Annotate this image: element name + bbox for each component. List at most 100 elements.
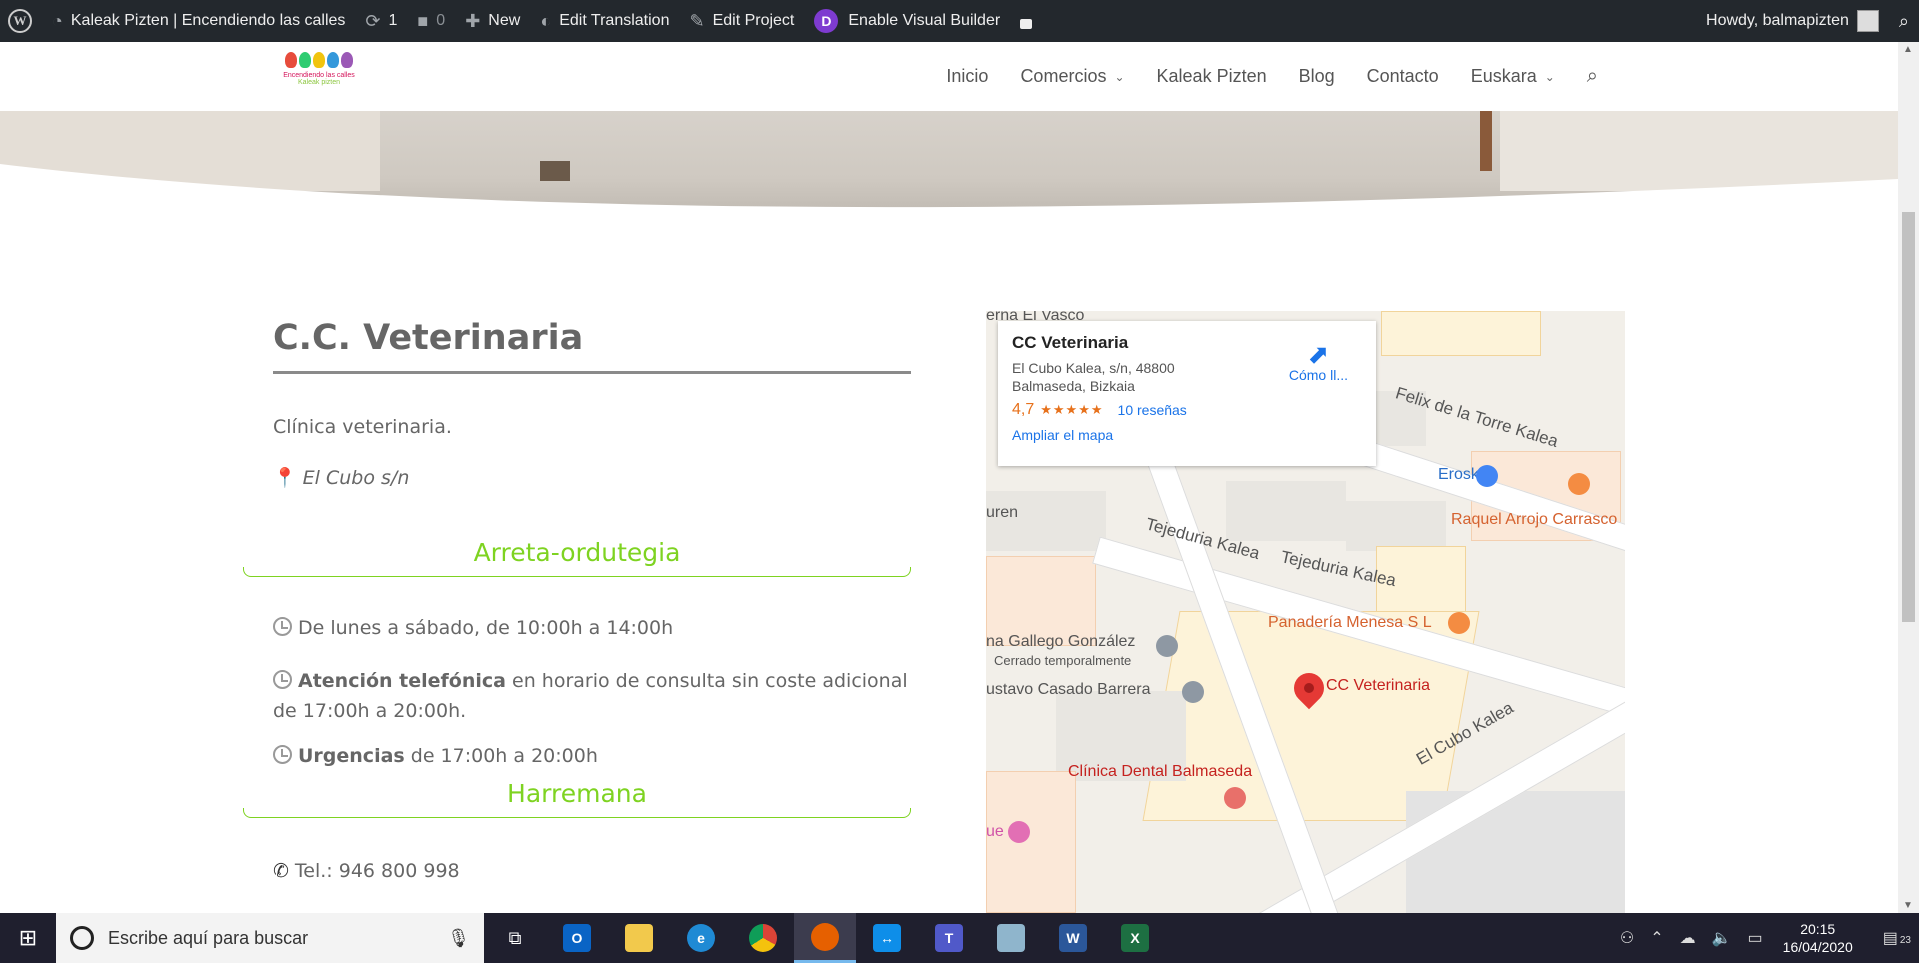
people-icon[interactable]: ⚇ (1620, 928, 1634, 948)
wp-admin-bar: W ◔ Kaleak Pizten | Encendiendo las call… (0, 0, 1919, 42)
new-content-link[interactable]: ✚ New (455, 0, 530, 42)
section-divider (243, 567, 911, 577)
admin-search-icon[interactable]: ⌕ (1889, 0, 1919, 42)
place-rating: 4,7 ★★★★★ 10 reseñas (1012, 401, 1362, 419)
edit-project-link[interactable]: ✎ Edit Project (679, 0, 804, 42)
excel-icon[interactable]: X (1104, 913, 1166, 963)
outlook-icon[interactable]: O (546, 913, 608, 963)
logo-tagline: Encendiendo las calles (283, 72, 355, 79)
search-icon[interactable]: ⌕ (1587, 65, 1598, 88)
comment-icon: ■ (417, 10, 429, 31)
site-name-link[interactable]: ◔ Kaleak Pizten | Encendiendo las calles (42, 0, 355, 42)
main-content: C.C. Veterinaria Clínica veterinaria. 📍 E… (0, 223, 1898, 913)
microphone-icon[interactable]: 🎙 (447, 928, 470, 949)
phone-icon: ✆ (273, 860, 289, 882)
map-label: uren (986, 504, 1019, 521)
word-icon[interactable]: W (1042, 913, 1104, 963)
wordpress-logo-icon[interactable]: W (0, 0, 42, 42)
rating-value: 4,7 (1012, 401, 1035, 418)
phone-text: Tel.: 946 800 998 (294, 860, 460, 882)
scrollbar-thumb[interactable] (1902, 212, 1915, 622)
clock-icon (273, 670, 292, 689)
map-label: Clínica Dental Balmaseda (1068, 763, 1253, 780)
site-name: Kaleak Pizten | Encendiendo las calles (70, 12, 346, 29)
place-icon[interactable] (1182, 681, 1204, 703)
battery-icon[interactable]: ▭ (1748, 928, 1763, 948)
dashboard-icon: ◔ (52, 10, 63, 31)
task-view-icon[interactable]: ⧉ (484, 913, 546, 963)
visual-builder-link[interactable]: D Enable Visual Builder (804, 0, 1010, 42)
account-link[interactable]: Howdy, balmapizten (1696, 0, 1889, 42)
edge-icon[interactable]: e (670, 913, 732, 963)
nav-item-contacto[interactable]: Contacto (1367, 66, 1439, 87)
directions-button[interactable]: ⬈ Cómo ll... (1289, 341, 1348, 383)
file-explorer-icon[interactable] (608, 913, 670, 963)
place-info-card: CC Veterinaria El Cubo Kalea, s/n, 48800… (998, 321, 1376, 466)
logo-name: Kaleak pizten (297, 79, 341, 86)
enlarge-map-link[interactable]: Ampliar el mapa (1012, 427, 1362, 443)
page-title: C.C. Veterinaria (273, 318, 584, 358)
hero-divider-curve (0, 164, 1898, 223)
page-scrollbar[interactable]: ▲ ▼ (1898, 42, 1919, 913)
taskbar-clock[interactable]: 20:15 16/04/2020 (1783, 920, 1853, 956)
section-divider (243, 808, 911, 818)
scroll-down-icon[interactable]: ▼ (1903, 900, 1913, 911)
taskbar-search[interactable]: Escribe aquí para buscar 🎙 (56, 913, 484, 963)
chrome-icon[interactable] (732, 913, 794, 963)
map-pin-icon: 📍 (273, 467, 297, 489)
section-heading-contact: Harremana (507, 779, 647, 808)
place-icon[interactable] (1156, 635, 1178, 657)
lock-icon[interactable] (1010, 0, 1042, 42)
teams-icon[interactable]: T (918, 913, 980, 963)
windows-start-button[interactable]: ⊞ (0, 913, 56, 963)
hero-image (0, 111, 1898, 223)
new-label: New (488, 12, 521, 29)
firefox-icon[interactable] (794, 913, 856, 963)
restaurant-icon[interactable] (1448, 612, 1470, 634)
teamviewer-icon[interactable]: ↔ (856, 913, 918, 963)
nav-label: Comercios (1020, 66, 1107, 86)
nav-item-comercios[interactable]: Comercios ⌄ (1020, 66, 1124, 87)
clock-icon (273, 617, 292, 636)
site-logo[interactable]: Encendiendo las calles Kaleak pizten (281, 50, 357, 100)
volume-icon[interactable]: 🔈 (1712, 928, 1732, 948)
onedrive-icon[interactable]: ☁ (1680, 928, 1696, 948)
notepad-icon[interactable] (980, 913, 1042, 963)
visual-builder-label: Enable Visual Builder (848, 12, 1001, 29)
main-nav: Inicio Comercios ⌄ Kaleak Pizten Blog Con… (946, 42, 1598, 111)
nav-item-inicio[interactable]: Inicio (946, 66, 988, 87)
comments-link[interactable]: ■ 0 (407, 0, 455, 42)
nav-label: Inicio (946, 66, 989, 86)
nav-item-kaleak-pizten[interactable]: Kaleak Pizten (1157, 66, 1267, 87)
address-text: El Cubo s/n (302, 467, 410, 489)
hotel-icon[interactable] (1008, 821, 1030, 843)
business-description: Clínica veterinaria. (273, 416, 452, 438)
dental-icon[interactable] (1224, 787, 1246, 809)
nav-item-blog[interactable]: Blog (1299, 66, 1335, 87)
nav-item-euskara[interactable]: Euskara ⌄ (1471, 66, 1555, 87)
scroll-up-icon[interactable]: ▲ (1903, 44, 1913, 55)
map-label: Panadería Menesa S L (1268, 614, 1432, 631)
reviews-link[interactable]: 10 reseñas (1118, 402, 1187, 418)
updates-link[interactable]: ⟳ 1 (355, 0, 407, 42)
cortana-icon (70, 926, 94, 950)
phone-line: ✆ Tel.: 946 800 998 (273, 860, 460, 882)
nav-label: Euskara (1470, 66, 1537, 86)
hours-bold: Urgencias (298, 745, 405, 767)
clock-time: 20:15 (1800, 921, 1836, 937)
map-label: ustavo Casado Barrera (986, 681, 1151, 698)
shopping-cart-icon[interactable] (1476, 465, 1498, 487)
map-label: Cerrado temporalmente (994, 653, 1132, 668)
pencil-icon: ✎ (689, 10, 705, 31)
edit-translation-link[interactable]: ◐ Edit Translation (530, 0, 679, 42)
nav-label: Kaleak Pizten (1156, 66, 1267, 86)
updates-icon: ⟳ (365, 10, 381, 31)
chevron-up-icon[interactable]: ⌃ (1650, 928, 1663, 948)
hours-line-2: Atención telefónica en horario de consul… (273, 666, 913, 726)
hours-bold: Atención telefónica (298, 670, 506, 692)
cafe-icon[interactable] (1568, 473, 1590, 495)
search-placeholder: Escribe aquí para buscar (108, 927, 309, 948)
title-divider (273, 371, 911, 374)
google-map[interactable]: erna El Vasco Felix de la Torre Kalea Er… (986, 311, 1625, 913)
notifications-icon[interactable]: ▤ 23 (1883, 928, 1911, 948)
